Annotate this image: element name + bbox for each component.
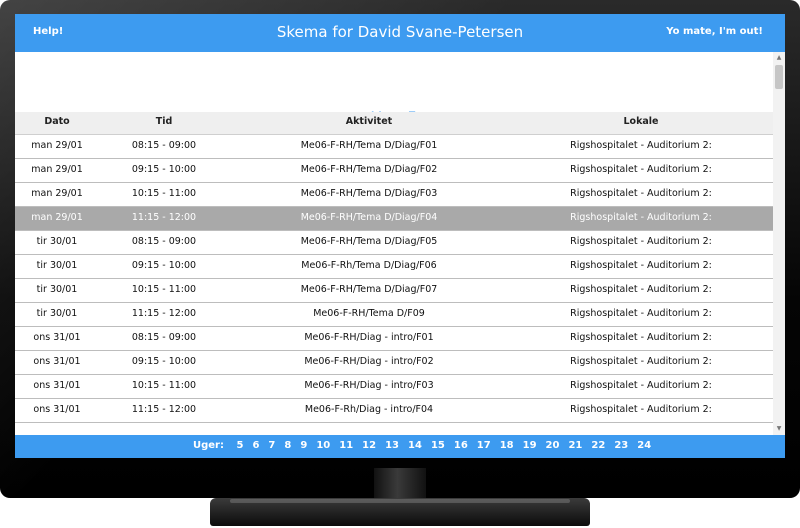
cell-aktivitet: Me06-F-Rh/Tema D/Diag/F06: [301, 260, 437, 271]
table-row[interactable]: tir 30/01 09:15 - 10:00 Me06-F-Rh/Tema D/D…: [15, 255, 773, 279]
logout-link[interactable]: Yo mate, I'm out!: [666, 26, 763, 37]
cell-dato: ons 31/01: [33, 332, 81, 343]
cell-lokale: Rigshospitalet - Auditorium 2:: [570, 380, 712, 391]
cell-aktivitet: Me06-F-RH/Diag - intro/F02: [304, 356, 434, 367]
cell-lokale: Rigshospitalet - Auditorium 2:: [570, 212, 712, 223]
cell-tid: 10:15 - 11:00: [131, 380, 197, 391]
table-row[interactable]: tir 30/01 08:15 - 09:00 Me06-F-RH/Tema D/D…: [15, 231, 773, 255]
cell-lokale: Rigshospitalet - Auditorium 2:: [570, 356, 712, 367]
cell-dato: ons 31/01: [33, 404, 81, 415]
cell-dato: ons 31/01: [33, 356, 81, 367]
cell-aktivitet: Me06-F-RH/Diag - intro/F01: [304, 332, 434, 343]
cell-dato: tir 30/01: [36, 308, 78, 319]
screen: Help! Skema for David Svane-Petersen Yo …: [15, 14, 785, 458]
week-link[interactable]: 5: [236, 440, 243, 451]
cell-dato: man 29/01: [31, 188, 83, 199]
table-row[interactable]: ons 31/01 08:15 - 09:00 Me06-F-RH/Diag - i…: [15, 327, 773, 351]
top-bar: Help! Skema for David Svane-Petersen Yo …: [15, 14, 785, 52]
week-link[interactable]: 23: [614, 440, 628, 451]
vertical-scrollbar[interactable]: ▲ ▼: [773, 52, 785, 435]
week-link[interactable]: 9: [300, 440, 307, 451]
week-link[interactable]: 11: [339, 440, 353, 451]
cell-tid: 11:15 - 12:00: [131, 404, 197, 415]
week-link[interactable]: 6: [252, 440, 259, 451]
scroll-down-icon[interactable]: ▼: [773, 425, 785, 433]
week-link[interactable]: 18: [500, 440, 514, 451]
cell-aktivitet: Me06-F-RH/Tema D/F09: [313, 308, 425, 319]
table-body: man 29/01 08:15 - 09:00 Me06-F-RH/Tema D/D…: [15, 135, 773, 423]
weeks-label: Uger:: [193, 440, 224, 451]
cell-tid: 09:15 - 10:00: [131, 260, 197, 271]
cell-tid: 11:15 - 12:00: [131, 212, 197, 223]
scroll-thumb[interactable]: [775, 65, 783, 89]
cell-dato: tir 30/01: [36, 284, 78, 295]
cell-aktivitet: Me06-F-RH/Tema D/Diag/F02: [300, 164, 438, 175]
cell-lokale: Rigshospitalet - Auditorium 2:: [570, 308, 712, 319]
week-link[interactable]: 22: [591, 440, 605, 451]
table-row[interactable]: man 29/01 11:15 - 12:00 Me06-F-RH/Tema D/D…: [15, 207, 773, 231]
table-row[interactable]: ons 31/01 10:15 - 11:00 Me06-F-RH/Diag - i…: [15, 375, 773, 399]
week-link[interactable]: 12: [362, 440, 376, 451]
week-link[interactable]: 13: [385, 440, 399, 451]
week-link[interactable]: 10: [316, 440, 330, 451]
table-row[interactable]: man 29/01 08:15 - 09:00 Me06-F-RH/Tema D/D…: [15, 135, 773, 159]
cell-dato: man 29/01: [31, 212, 83, 223]
cell-tid: 11:15 - 12:00: [131, 308, 197, 319]
table-header: Dato Tid Aktivitet Lokale: [15, 112, 773, 135]
cell-aktivitet: Me06-F-RH/Tema D/Diag/F03: [300, 188, 438, 199]
cell-lokale: Rigshospitalet - Auditorium 2:: [570, 164, 712, 175]
table-row[interactable]: ons 31/01 11:15 - 12:00 Me06-F-Rh/Diag - i…: [15, 399, 773, 423]
week-link[interactable]: 24: [637, 440, 651, 451]
cell-dato: ons 31/01: [33, 380, 81, 391]
monitor-stand-shine: [230, 499, 570, 503]
week-link[interactable]: 16: [454, 440, 468, 451]
week-link[interactable]: 7: [268, 440, 275, 451]
week-link[interactable]: 21: [568, 440, 582, 451]
cell-aktivitet: Me06-F-RH/Tema D/Diag/F01: [300, 140, 438, 151]
cell-aktivitet: Me06-F-RH/Tema D/Diag/F04: [300, 212, 438, 223]
cell-tid: 10:15 - 11:00: [131, 188, 197, 199]
cell-aktivitet: Me06-F-Rh/Diag - intro/F04: [304, 404, 434, 415]
cell-tid: 09:15 - 10:00: [131, 164, 197, 175]
column-header-lokale: Lokale: [623, 116, 659, 127]
week-link[interactable]: 14: [408, 440, 422, 451]
cell-dato: tir 30/01: [36, 260, 78, 271]
cell-lokale: Rigshospitalet - Auditorium 2:: [570, 332, 712, 343]
table-row[interactable]: tir 30/01 11:15 - 12:00 Me06-F-RH/Tema D/F…: [15, 303, 773, 327]
cell-lokale: Rigshospitalet - Auditorium 2:: [570, 140, 712, 151]
week-link[interactable]: 17: [477, 440, 491, 451]
table-row[interactable]: man 29/01 09:15 - 10:00 Me06-F-RH/Tema D/D…: [15, 159, 773, 183]
week-link[interactable]: 15: [431, 440, 445, 451]
cell-lokale: Rigshospitalet - Auditorium 2:: [570, 236, 712, 247]
column-header-dato: Dato: [44, 116, 70, 127]
scroll-up-icon[interactable]: ▲: [773, 54, 785, 62]
monitor-stand-neck: [374, 468, 426, 502]
cell-dato: tir 30/01: [36, 236, 78, 247]
table-row[interactable]: ons 31/01 09:15 - 10:00 Me06-F-RH/Diag - i…: [15, 351, 773, 375]
cell-lokale: Rigshospitalet - Auditorium 2:: [570, 260, 712, 271]
week-link[interactable]: 19: [523, 440, 537, 451]
cell-tid: 08:15 - 09:00: [131, 332, 197, 343]
week-link[interactable]: 8: [284, 440, 291, 451]
cell-dato: man 29/01: [31, 164, 83, 175]
week-navigation-bar: Uger: 5 6 7 8 9 10 11 12 13 14 15 16 17 18 19 20 21 22 23 2…: [15, 435, 785, 458]
table-row[interactable]: tir 30/01 10:15 - 11:00 Me06-F-RH/Tema D/D…: [15, 279, 773, 303]
table-row[interactable]: man 29/01 10:15 - 11:00 Me06-F-RH/Tema D/D…: [15, 183, 773, 207]
schedule-content: Uge 5 Dato Tid Aktivitet Lokale man 29/0…: [15, 52, 773, 435]
cell-aktivitet: Me06-F-RH/Tema D/Diag/F07: [300, 284, 438, 295]
cell-dato: man 29/01: [31, 140, 83, 151]
cell-lokale: Rigshospitalet - Auditorium 2:: [570, 404, 712, 415]
week-link[interactable]: 20: [546, 440, 560, 451]
column-header-aktivitet: Aktivitet: [345, 116, 393, 127]
cell-tid: 09:15 - 10:00: [131, 356, 197, 367]
week-list: Uger: 5 6 7 8 9 10 11 12 13 14 15 16 17 18 19 20 21 22 23 2…: [193, 440, 660, 451]
cell-aktivitet: Me06-F-RH/Diag - intro/F03: [304, 380, 434, 391]
column-header-tid: Tid: [155, 116, 173, 127]
cell-tid: 08:15 - 09:00: [131, 140, 197, 151]
cell-tid: 10:15 - 11:00: [131, 284, 197, 295]
cell-aktivitet: Me06-F-RH/Tema D/Diag/F05: [300, 236, 438, 247]
cell-tid: 08:15 - 09:00: [131, 236, 197, 247]
cell-lokale: Rigshospitalet - Auditorium 2:: [570, 284, 712, 295]
cell-lokale: Rigshospitalet - Auditorium 2:: [570, 188, 712, 199]
